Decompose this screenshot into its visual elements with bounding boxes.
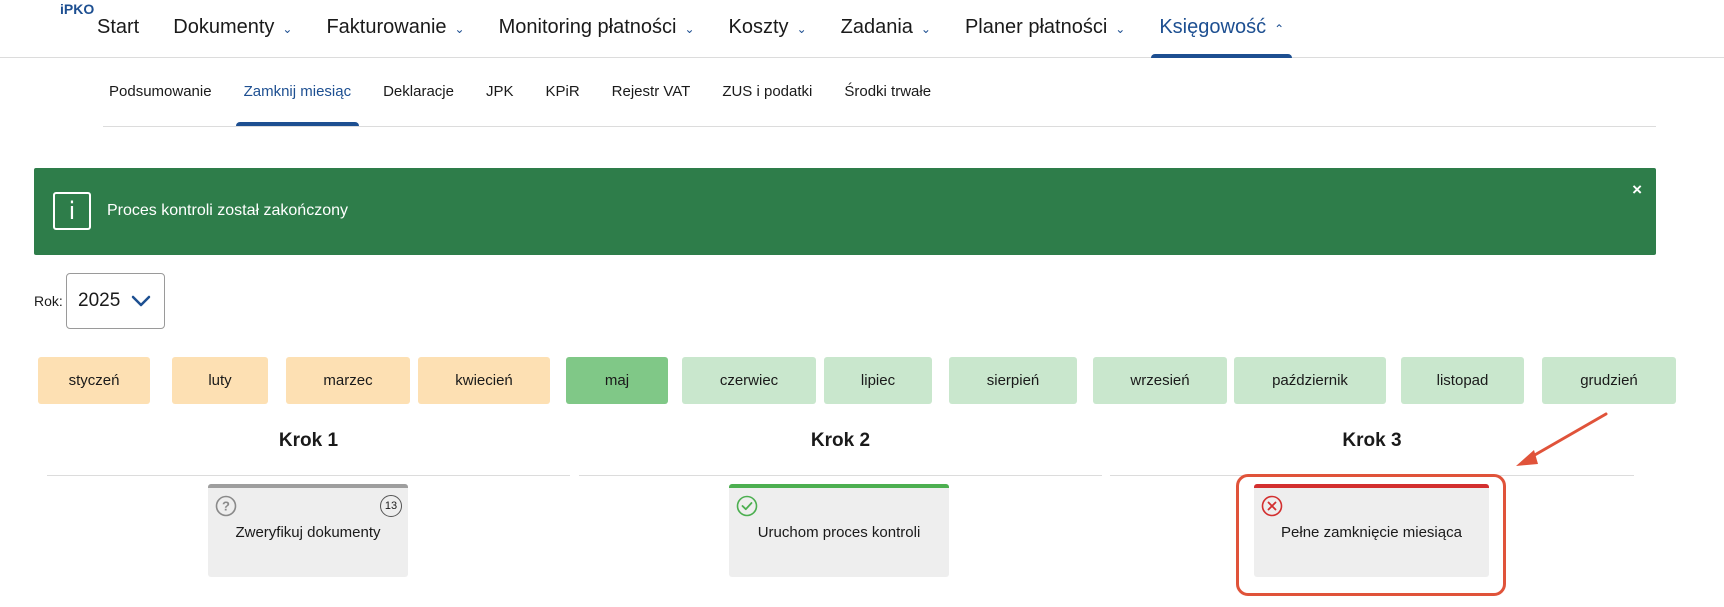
month-past[interactable]: kwiecień: [418, 357, 550, 404]
year-label: Rok:: [34, 293, 63, 309]
top-navigation: Start Dokumenty ⌄ Fakturowanie ⌄ Monitoring p…: [0, 0, 1724, 58]
sub-nav-item[interactable]: Podsumowanie: [109, 83, 212, 126]
document-count-badge: 13: [380, 495, 402, 517]
top-nav-fakturowanie[interactable]: Fakturowanie ⌄: [326, 16, 464, 58]
month-future[interactable]: wrzesień: [1093, 357, 1227, 404]
top-nav-start[interactable]: Start: [97, 16, 139, 58]
sub-nav-item[interactable]: ZUS i podatki: [722, 83, 812, 126]
top-nav-label: Dokumenty: [173, 16, 275, 38]
divider: [579, 475, 1102, 476]
month-future[interactable]: czerwiec: [682, 357, 816, 404]
chevron-down-icon: ⌄: [684, 22, 695, 36]
step-title: Krok 2: [810, 430, 871, 451]
chevron-down-icon: ⌄: [282, 22, 293, 36]
chevron-down-icon: ⌄: [454, 22, 465, 36]
check-icon: [736, 495, 758, 517]
step-card-2[interactable]: Uruchom proces kontroli: [729, 484, 949, 577]
top-nav-label: Start: [97, 16, 140, 38]
top-nav-monitoring-płatności[interactable]: Monitoring płatności ⌄: [499, 16, 695, 58]
alert-message: Proces kontroli został zakończony: [107, 202, 348, 219]
sub-nav-item[interactable]: Rejestr VAT: [612, 83, 691, 126]
top-nav-label: Monitoring płatności: [498, 16, 677, 38]
month-future[interactable]: grudzień: [1542, 357, 1676, 404]
top-nav-zadania[interactable]: Zadania ⌄: [841, 16, 931, 58]
month-past[interactable]: luty: [172, 357, 268, 404]
sub-nav-list: Podsumowanie Zamknij miesiąc Deklaracje JPK…: [109, 83, 963, 126]
sub-nav-item[interactable]: Środki trwałe: [844, 83, 931, 126]
top-nav-label: Fakturowanie: [326, 16, 447, 38]
sub-nav-item[interactable]: KPiR: [545, 83, 579, 126]
top-nav-księgowość[interactable]: Księgowość ⌃: [1151, 16, 1292, 58]
top-nav-label: Koszty: [728, 16, 789, 38]
month-past[interactable]: styczeń: [38, 357, 150, 404]
year-value: 2025: [78, 290, 121, 311]
svg-text:?: ?: [222, 499, 230, 514]
success-alert: i Proces kontroli został zakończony ×: [34, 168, 1656, 255]
top-nav-label: Księgowość: [1159, 16, 1267, 38]
step-header: Krok 1: [47, 430, 570, 476]
annotation-arrow: [1516, 412, 1608, 466]
step-card-label: Zweryfikuj dokumenty: [235, 524, 381, 541]
top-nav-planer-płatności[interactable]: Planer płatności ⌄: [965, 16, 1125, 58]
top-nav-dokumenty[interactable]: Dokumenty ⌄: [173, 16, 292, 58]
month-future[interactable]: październik: [1234, 357, 1386, 404]
divider: [47, 475, 570, 476]
year-select[interactable]: 2025: [66, 273, 165, 329]
month-future[interactable]: listopad: [1401, 357, 1524, 404]
step-card-label: Uruchom proces kontroli: [757, 524, 921, 541]
annotation-highlight-box: [1236, 474, 1506, 596]
status-bar: [729, 484, 949, 488]
chevron-down-icon: ⌄: [920, 22, 931, 36]
question-icon: ?: [215, 495, 237, 517]
step-header: Krok 2: [579, 430, 1102, 476]
month-future[interactable]: lipiec: [824, 357, 932, 404]
chevron-down-icon: [131, 295, 151, 307]
step-title: Krok 1: [278, 430, 339, 451]
chevron-down-icon: ⌄: [796, 22, 807, 36]
chevron-up-icon: ⌃: [1274, 22, 1285, 36]
top-nav-list: Start Dokumenty ⌄ Fakturowanie ⌄ Monitoring p…: [97, 16, 1318, 58]
step-card-1[interactable]: ? 13 Zweryfikuj dokumenty: [208, 484, 408, 577]
top-nav-label: Planer płatności: [964, 16, 1108, 38]
month-future[interactable]: sierpień: [949, 357, 1077, 404]
month-past[interactable]: marzec: [286, 357, 410, 404]
info-icon: i: [53, 192, 91, 230]
top-nav-label: Zadania: [840, 16, 913, 38]
close-alert-button[interactable]: ×: [1632, 180, 1642, 200]
chevron-down-icon: ⌄: [1115, 22, 1126, 36]
status-bar: [208, 484, 408, 488]
month-current[interactable]: maj: [566, 357, 668, 404]
sub-navigation: Podsumowanie Zamknij miesiąc Deklaracje JPK…: [103, 60, 1656, 127]
top-nav-koszty[interactable]: Koszty ⌄: [729, 16, 807, 58]
sub-nav-item[interactable]: Zamknij miesiąc: [235, 83, 359, 126]
sub-nav-item[interactable]: Deklaracje: [383, 83, 454, 126]
sub-nav-item[interactable]: JPK: [486, 83, 514, 126]
